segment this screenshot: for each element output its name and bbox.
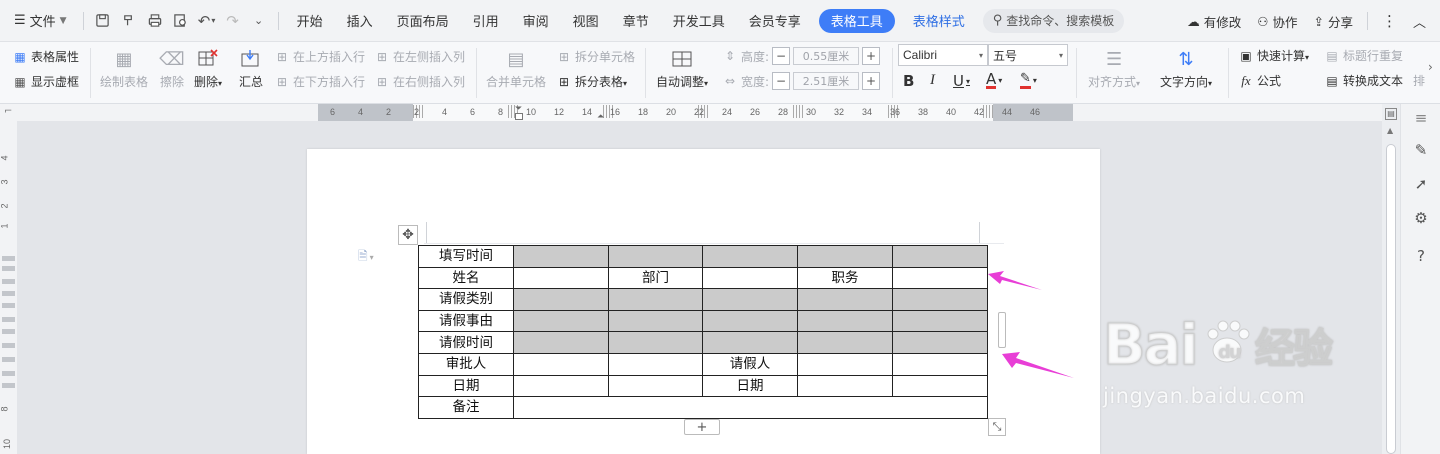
svg-text:经验: 经验 <box>1255 326 1333 372</box>
scrollbar-thumb[interactable] <box>1386 144 1396 454</box>
arrow-icon <box>1002 352 1074 378</box>
right-tool-panel: ≡ ✎ ➚ ⚙ ? <box>1400 104 1440 454</box>
help-icon[interactable]: ? <box>1411 246 1431 266</box>
arrow-icon <box>988 271 1042 290</box>
panel-collapse-icon[interactable]: ≡ <box>1411 108 1431 128</box>
svg-text:Bai: Bai <box>1103 313 1197 374</box>
scroll-up-icon[interactable]: ▲ <box>1387 126 1393 135</box>
baidu-url: jingyan.baidu.com <box>1103 384 1306 408</box>
baidu-logo: Bai du 经验 <box>1103 312 1353 384</box>
select-cursor-icon[interactable]: ➚ <box>1411 174 1431 194</box>
baidu-watermark: Bai du 经验 jingyan.baidu.com <box>1103 312 1353 409</box>
svg-text:du: du <box>1218 342 1241 363</box>
vertical-scrollbar[interactable]: ▤ ▲ <box>1382 104 1400 454</box>
adjust-sliders-icon[interactable]: ⚙ <box>1411 208 1431 228</box>
edit-pen-icon[interactable]: ✎ <box>1411 140 1431 160</box>
split-view-icon[interactable]: ▤ <box>1385 108 1397 120</box>
